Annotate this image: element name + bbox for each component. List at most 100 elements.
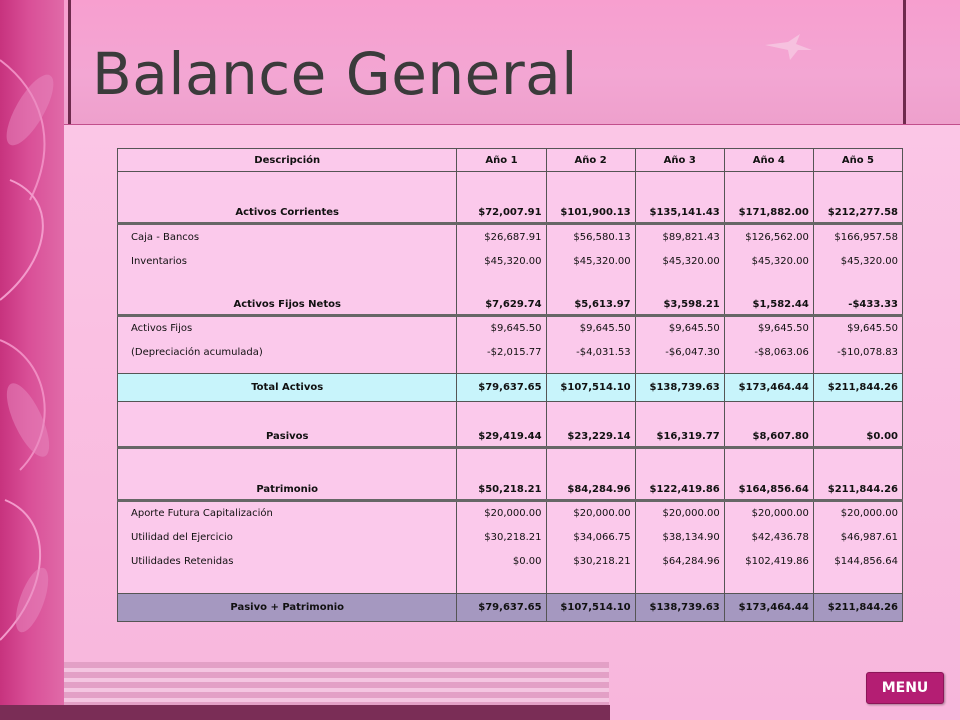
value-cell: $45,320.00 (812, 249, 904, 273)
value-cell: $0.00 (456, 549, 547, 574)
value-cell: $144,856.64 (812, 549, 904, 574)
value-cell: $45,320.00 (545, 249, 636, 273)
value-cell: $135,141.43 (634, 171, 725, 225)
value-cell: $212,277.58 (812, 171, 904, 225)
table-header-row: Descripción Año 1 Año 2 Año 3 Año 4 Año … (116, 148, 904, 172)
value-cell: $9,645.50 (456, 315, 547, 341)
value-cell: $30,218.21 (456, 525, 547, 550)
table-row-pasivos: Pasivos $29,419.44 $23,229.14 $16,319.77… (116, 401, 904, 449)
table-spacer (116, 573, 904, 594)
value-cell: $34,066.75 (545, 525, 636, 550)
value-cell: -$2,015.77 (456, 340, 547, 365)
row-label: Aporte Futura Capitalización (116, 500, 458, 526)
row-label: Pasivo + Patrimonio (116, 593, 458, 622)
table-row: Utilidad del Ejercicio $30,218.21 $34,06… (116, 525, 904, 550)
header-cell: Año 2 (545, 148, 636, 172)
row-label: Activos Fijos Netos (116, 273, 458, 317)
value-cell: $138,739.63 (634, 372, 725, 402)
feather-pattern-icon (0, 59, 54, 641)
value-cell: $20,000.00 (812, 500, 904, 526)
menu-button[interactable]: MENU (866, 672, 944, 704)
value-cell: $50,218.21 (456, 447, 547, 502)
value-cell: $9,645.50 (812, 315, 904, 341)
header-cell: Año 5 (812, 148, 904, 172)
table-row-activos-fijos-netos: Activos Fijos Netos $7,629.74 $5,613.97 … (116, 273, 904, 317)
decorative-line (903, 0, 906, 125)
value-cell: -$4,031.53 (545, 340, 636, 365)
value-cell: $46,987.61 (812, 525, 904, 550)
value-cell: -$8,063.06 (723, 340, 814, 365)
decorative-line (68, 0, 71, 125)
value-cell: $72,007.91 (456, 171, 547, 225)
value-cell: $3,598.21 (634, 273, 725, 317)
value-cell: $7,629.74 (456, 273, 547, 317)
row-label: Activos Corrientes (116, 171, 458, 225)
value-cell: $0.00 (812, 401, 904, 449)
value-cell: $9,645.50 (723, 315, 814, 341)
balance-table: Descripción Año 1 Año 2 Año 3 Año 4 Año … (116, 148, 904, 622)
value-cell: $9,645.50 (545, 315, 636, 341)
value-cell: $23,229.14 (545, 401, 636, 449)
value-cell: $173,464.44 (723, 593, 814, 622)
value-cell: $126,562.00 (723, 223, 814, 249)
header-cell: Descripción (116, 148, 458, 172)
row-label: Total Activos (116, 372, 458, 402)
value-cell: $211,844.26 (812, 593, 904, 622)
header-cell: Año 3 (634, 148, 725, 172)
value-cell: $29,419.44 (456, 401, 547, 449)
value-cell: $38,134.90 (634, 525, 725, 550)
value-cell: $107,514.10 (545, 372, 636, 402)
value-cell: $211,844.26 (812, 372, 904, 402)
value-cell: $64,284.96 (634, 549, 725, 574)
table-row: Activos Fijos $9,645.50 $9,645.50 $9,645… (116, 315, 904, 341)
value-cell: $42,436.78 (723, 525, 814, 550)
table-spacer (116, 364, 904, 373)
table-row: Aporte Futura Capitalización $20,000.00 … (116, 500, 904, 526)
row-label: Inventarios (116, 249, 458, 273)
value-cell: $84,284.96 (545, 447, 636, 502)
value-cell: -$433.33 (812, 273, 904, 317)
value-cell: $20,000.00 (723, 500, 814, 526)
value-cell: $138,739.63 (634, 593, 725, 622)
value-cell: $102,419.86 (723, 549, 814, 574)
row-label: Pasivos (116, 401, 458, 449)
table-row: Inventarios $45,320.00 $45,320.00 $45,32… (116, 249, 904, 273)
value-cell: $79,637.65 (456, 372, 547, 402)
value-cell: -$10,078.83 (812, 340, 904, 365)
row-label: (Depreciación acumulada) (116, 340, 458, 365)
value-cell: $107,514.10 (545, 593, 636, 622)
value-cell: $16,319.77 (634, 401, 725, 449)
value-cell: $9,645.50 (634, 315, 725, 341)
row-label: Patrimonio (116, 447, 458, 502)
value-cell: $173,464.44 (723, 372, 814, 402)
value-cell: $30,218.21 (545, 549, 636, 574)
row-label: Utilidades Retenidas (116, 549, 458, 574)
value-cell: $211,844.26 (812, 447, 904, 502)
table-row-total-activos: Total Activos $79,637.65 $107,514.10 $13… (116, 372, 904, 402)
value-cell: $26,687.91 (456, 223, 547, 249)
hummingbird-icon (765, 34, 812, 60)
value-cell: $56,580.13 (545, 223, 636, 249)
value-cell: $171,882.00 (723, 171, 814, 225)
value-cell: -$6,047.30 (634, 340, 725, 365)
table-row-activos-corrientes: Activos Corrientes $72,007.91 $101,900.1… (116, 171, 904, 225)
value-cell: $8,607.80 (723, 401, 814, 449)
table-row: Utilidades Retenidas $0.00 $30,218.21 $6… (116, 549, 904, 574)
decorative-left-band (0, 0, 64, 720)
value-cell: $122,419.86 (634, 447, 725, 502)
value-cell: $166,957.58 (812, 223, 904, 249)
value-cell: $101,900.13 (545, 171, 636, 225)
table-row-patrimonio: Patrimonio $50,218.21 $84,284.96 $122,41… (116, 447, 904, 502)
value-cell: $1,582.44 (723, 273, 814, 317)
value-cell: $89,821.43 (634, 223, 725, 249)
table-row: Caja - Bancos $26,687.91 $56,580.13 $89,… (116, 223, 904, 249)
table-row: (Depreciación acumulada) -$2,015.77 -$4,… (116, 340, 904, 365)
row-label: Utilidad del Ejercicio (116, 525, 458, 550)
value-cell: $79,637.65 (456, 593, 547, 622)
table-row-pasivo-patrimonio: Pasivo + Patrimonio $79,637.65 $107,514.… (116, 593, 904, 622)
value-cell: $20,000.00 (545, 500, 636, 526)
row-label: Activos Fijos (116, 315, 458, 341)
value-cell: $45,320.00 (723, 249, 814, 273)
value-cell: $20,000.00 (634, 500, 725, 526)
row-label: Caja - Bancos (116, 223, 458, 249)
